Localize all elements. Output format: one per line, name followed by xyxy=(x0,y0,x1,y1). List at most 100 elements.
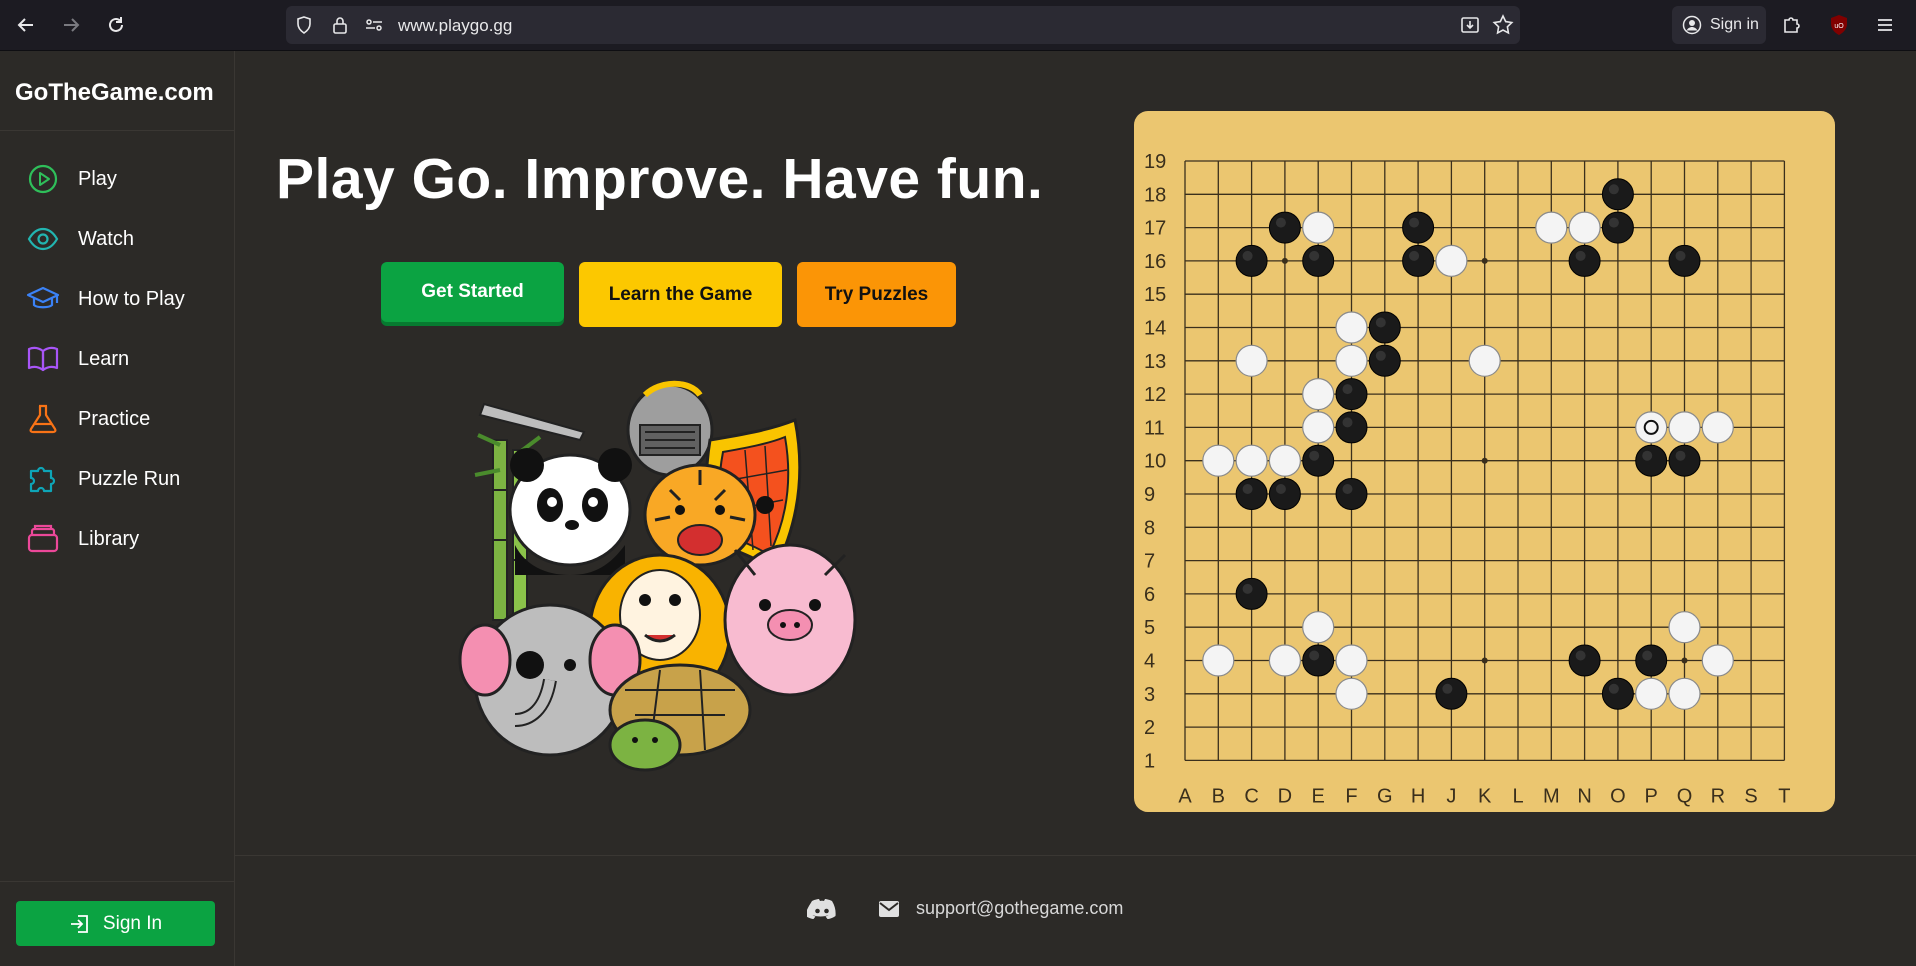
sidebar-item-library[interactable]: Library xyxy=(26,519,139,559)
discord-icon xyxy=(807,899,836,919)
white-stone xyxy=(1635,677,1668,710)
mascot-illustration xyxy=(458,380,857,772)
bookmark-star-icon[interactable] xyxy=(1492,14,1514,36)
brand-logo-text[interactable]: GoTheGame.com xyxy=(15,79,214,107)
support-email-link[interactable]: support@gothegame.com xyxy=(878,898,1123,919)
black-stone xyxy=(1601,211,1634,244)
column-coordinate: G xyxy=(1377,785,1393,807)
discord-link[interactable] xyxy=(807,898,837,922)
sidebar-item-label: Play xyxy=(78,167,117,190)
white-stone xyxy=(1302,611,1335,644)
white-stone xyxy=(1202,644,1235,677)
stone-highlight xyxy=(1409,217,1420,228)
reload-button[interactable] xyxy=(102,11,130,39)
column-coordinate: J xyxy=(1446,785,1456,807)
lock-icon[interactable] xyxy=(330,15,350,35)
eye-icon xyxy=(27,227,59,251)
back-button[interactable] xyxy=(12,11,40,39)
menu-button[interactable] xyxy=(1874,14,1896,36)
hamburger-icon xyxy=(1878,19,1892,31)
sidebar-item-watch[interactable]: Watch xyxy=(26,219,134,259)
stone-highlight xyxy=(1608,184,1619,195)
save-to-device-icon[interactable] xyxy=(1460,15,1480,35)
stone-highlight xyxy=(1608,217,1619,228)
white-stone xyxy=(1701,644,1734,677)
white-stone xyxy=(1302,411,1335,444)
column-coordinate: N xyxy=(1577,785,1591,807)
stone-highlight xyxy=(1309,650,1320,661)
go-board-canvas[interactable]: 19 18 17 16 15 14 13 12 11 10 9 8 7 6 5 4 3 2 1 A B C D E F G H J K L… xyxy=(1134,111,1835,812)
try-puzzles-button[interactable]: Try Puzzles xyxy=(797,262,956,327)
black-stone xyxy=(1601,677,1634,710)
black-stone xyxy=(1302,644,1335,677)
white-stone xyxy=(1435,244,1468,277)
permissions-icon[interactable] xyxy=(364,15,384,35)
black-stone xyxy=(1368,344,1401,377)
sidebar-item-label: Library xyxy=(78,527,140,550)
learn-the-game-button[interactable]: Learn the Game xyxy=(579,262,782,327)
divider xyxy=(235,855,1916,856)
go-board[interactable]: 19 18 17 16 15 14 13 12 11 10 9 8 7 6 5 4 3 2 1 A B C D E F G H J K L… xyxy=(1134,111,1835,812)
sidebar-item-label: How to Play xyxy=(78,287,185,310)
row-coordinate: 2 xyxy=(1144,717,1155,739)
white-stone xyxy=(1335,677,1368,710)
stone-highlight xyxy=(1608,683,1619,694)
white-stone xyxy=(1701,411,1734,444)
stone-highlight xyxy=(1675,250,1686,261)
white-stone xyxy=(1235,344,1268,377)
browser-sign-in-button[interactable]: Sign in xyxy=(1672,6,1766,44)
sidebar-item-how-to-play[interactable]: How to Play xyxy=(26,279,185,319)
white-stone xyxy=(1202,444,1235,477)
account-icon xyxy=(1682,15,1702,35)
row-coordinate: 8 xyxy=(1144,517,1155,539)
knight-character xyxy=(626,380,714,477)
row-coordinate: 4 xyxy=(1144,651,1155,673)
column-coordinate: R xyxy=(1711,785,1725,807)
column-coordinate: B xyxy=(1212,785,1225,807)
forward-button[interactable] xyxy=(57,11,85,39)
ublock-button[interactable]: uO xyxy=(1828,14,1850,36)
back-arrow-icon xyxy=(17,18,33,32)
white-stone xyxy=(1302,378,1335,411)
row-coordinate: 6 xyxy=(1144,584,1155,606)
stone-highlight xyxy=(1375,350,1386,361)
black-stone xyxy=(1302,244,1335,277)
extensions-button[interactable] xyxy=(1781,14,1803,36)
sidebar-item-play[interactable]: Play xyxy=(26,159,117,199)
star-point xyxy=(1481,257,1488,264)
black-stone xyxy=(1568,644,1601,677)
turtle-character xyxy=(608,663,752,772)
row-coordinate: 14 xyxy=(1144,318,1166,340)
black-stone xyxy=(1402,211,1435,244)
get-started-button[interactable]: Get Started xyxy=(381,262,564,322)
mail-icon xyxy=(879,900,899,917)
sign-in-button[interactable]: Sign In xyxy=(16,901,215,946)
white-stone xyxy=(1568,211,1601,244)
book-icon xyxy=(27,346,59,372)
ublock-shield-icon: uO xyxy=(1831,15,1847,35)
column-coordinate: E xyxy=(1312,785,1325,807)
white-stone xyxy=(1668,611,1701,644)
white-stone xyxy=(1535,211,1568,244)
row-coordinate: 16 xyxy=(1144,251,1166,273)
url-bar[interactable]: www.playgo.gg xyxy=(286,6,1520,44)
browser-toolbar: www.playgo.gg Sign in uO xyxy=(0,0,1916,51)
star-point xyxy=(1681,657,1688,664)
black-stone xyxy=(1568,244,1601,277)
black-stone xyxy=(1268,211,1301,244)
column-coordinate: L xyxy=(1512,785,1523,807)
sidebar-item-practice[interactable]: Practice xyxy=(26,399,150,439)
column-coordinate: S xyxy=(1744,785,1757,807)
svg-text:uO: uO xyxy=(1834,23,1844,30)
black-stone xyxy=(1402,244,1435,277)
url-text[interactable]: www.playgo.gg xyxy=(398,16,512,36)
row-coordinate: 13 xyxy=(1144,351,1166,373)
black-stone xyxy=(1302,444,1335,477)
sidebar-item-learn[interactable]: Learn xyxy=(26,339,129,379)
sidebar-item-puzzle-run[interactable]: Puzzle Run xyxy=(26,459,180,499)
panda-character xyxy=(508,448,632,575)
white-stone xyxy=(1668,411,1701,444)
stone-highlight xyxy=(1309,450,1320,461)
puzzle-piece-icon xyxy=(1784,17,1800,33)
shield-icon[interactable] xyxy=(294,15,314,35)
